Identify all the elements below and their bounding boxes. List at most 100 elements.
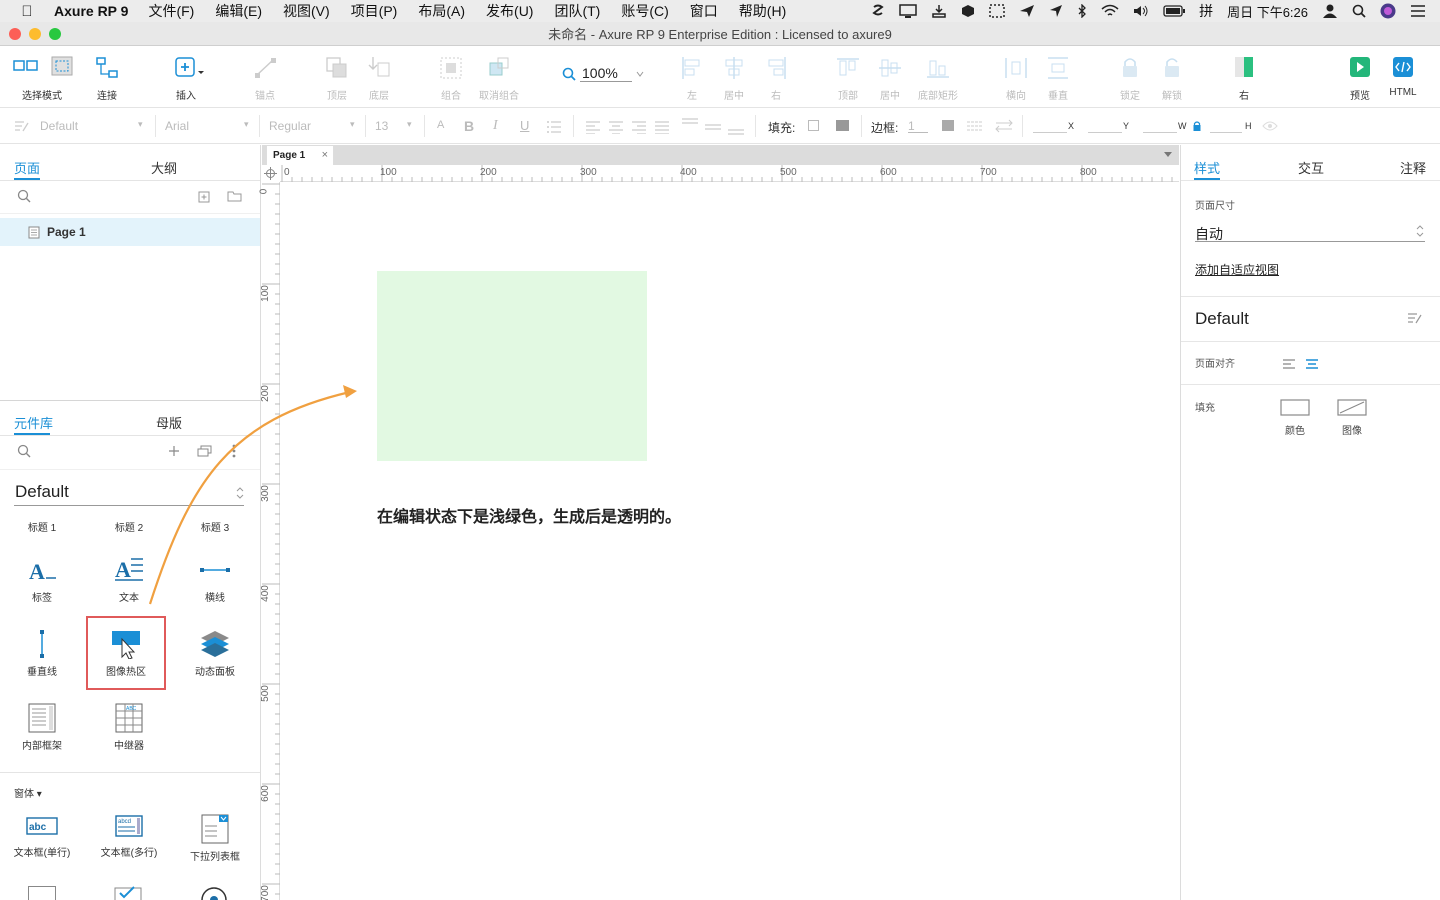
zoom-control[interactable]: 100% — [562, 65, 644, 82]
widget-droplist[interactable]: 下拉列表框 — [175, 814, 255, 863]
border-width-input[interactable]: 1 — [908, 119, 928, 133]
arrow-style-icon[interactable] — [995, 119, 1013, 133]
close-window-button[interactable] — [9, 28, 21, 40]
align-bottom-button[interactable]: 底部矩形 — [908, 55, 968, 102]
manage-styles-icon[interactable] — [1407, 311, 1423, 325]
user-icon[interactable] — [1322, 4, 1338, 18]
text-align-right-icon[interactable] — [631, 120, 647, 134]
tab-pages[interactable]: 页面 — [14, 158, 40, 177]
weight-chevron-down-icon[interactable]: ▾ — [350, 119, 355, 130]
widget-vertical-line[interactable]: 垂直线 — [2, 629, 82, 678]
add-adaptive-view-link[interactable]: 添加自适应视图 — [1195, 261, 1279, 278]
widget-heading-3[interactable]: 标题 3 — [175, 519, 255, 534]
font-chevron-down-icon[interactable]: ▾ — [244, 119, 249, 130]
distribute-vertical-button[interactable]: 垂直 — [1028, 55, 1088, 102]
page-style-name[interactable]: Default — [1195, 309, 1249, 329]
widget-inline-frame[interactable]: 内部框架 — [2, 703, 82, 752]
widget-text-area[interactable]: abcd 文本框(多行) — [89, 814, 169, 859]
style-edit-icon[interactable] — [14, 119, 30, 133]
underline-icon[interactable]: U — [520, 118, 529, 133]
fill-color-option[interactable]: 颜色 — [1279, 399, 1311, 437]
text-align-center-icon[interactable] — [608, 120, 624, 134]
font-weight-select[interactable]: Regular — [269, 119, 311, 133]
tab-notes[interactable]: 注释 — [1400, 158, 1426, 177]
font-family-select[interactable]: Arial — [165, 119, 189, 133]
zoom-value[interactable]: 100% — [580, 65, 632, 82]
send-to-back-button[interactable]: 底层 — [349, 55, 409, 102]
menubar-clock[interactable]: 周日 下午6:26 — [1227, 2, 1308, 21]
screenshot-icon[interactable] — [989, 4, 1005, 18]
fill-color-swatch[interactable] — [808, 120, 819, 131]
font-color-icon[interactable]: A — [437, 119, 444, 131]
radio-widget-icon[interactable] — [200, 884, 228, 900]
library-chevron-updown-icon[interactable] — [236, 486, 244, 500]
bluetooth-icon[interactable] — [1077, 4, 1087, 18]
valign-middle-icon[interactable] — [704, 117, 722, 135]
document-tab[interactable]: Page 1 × — [266, 145, 334, 165]
fill-image-swatch[interactable] — [836, 120, 849, 131]
battery-icon[interactable] — [1163, 4, 1186, 18]
menu-team[interactable]: 团队(T) — [554, 1, 600, 21]
canvas-note-text[interactable]: 在编辑状态下是浅绿色，生成后是透明的。 — [377, 503, 681, 527]
forms-group-header[interactable]: 窗体 ▾ — [14, 785, 42, 800]
library-select[interactable]: Default — [15, 482, 69, 502]
style-select[interactable]: Default — [40, 119, 78, 133]
size-chevron-down-icon[interactable]: ▾ — [407, 119, 412, 130]
widget-repeater[interactable]: ABC 中继器 — [89, 703, 169, 752]
vertical-ruler[interactable]: 0 100 200 300 400 500 600 700 — [258, 182, 280, 900]
font-size-select[interactable]: 13 — [375, 119, 388, 133]
connect-button[interactable]: 连接 — [77, 55, 137, 102]
x-input[interactable] — [1033, 119, 1067, 133]
widget-label[interactable]: A 标签 — [2, 555, 82, 604]
widget-dynamic-panel[interactable]: 动态面板 — [175, 629, 255, 678]
add-page-icon[interactable] — [198, 191, 210, 203]
menu-help[interactable]: 帮助(H) — [739, 1, 786, 21]
point-button[interactable]: 锚点 — [235, 55, 295, 102]
widget-list-box-partial-icon[interactable] — [28, 886, 56, 900]
page-list-item[interactable]: Page 1 — [0, 218, 260, 246]
notification-center-icon[interactable] — [1410, 5, 1426, 17]
widget-text-field[interactable]: abc 文本框(单行) — [2, 814, 82, 859]
menu-edit[interactable]: 编辑(E) — [215, 1, 262, 21]
tab-overflow-chevron-down-icon[interactable] — [1163, 151, 1173, 159]
wifi-icon[interactable] — [1101, 4, 1119, 18]
tab-libraries[interactable]: 元件库 — [14, 413, 53, 432]
page-size-chevron-updown-icon[interactable] — [1416, 224, 1424, 238]
tab-interactions[interactable]: 交互 — [1298, 158, 1324, 177]
location-icon[interactable] — [1049, 4, 1063, 18]
page-align-left-icon[interactable] — [1282, 358, 1296, 369]
tab-masters[interactable]: 母版 — [156, 413, 182, 432]
insert-button[interactable]: 插入 — [156, 55, 216, 102]
widget-text[interactable]: A 文本 — [89, 555, 169, 604]
image-hotspot-widget[interactable] — [377, 271, 647, 461]
minimize-window-button[interactable] — [29, 28, 41, 40]
y-input[interactable] — [1088, 119, 1122, 133]
widget-image-hotspot-highlighted[interactable]: 图像热区 — [86, 616, 166, 690]
menu-project[interactable]: 项目(P) — [351, 1, 398, 21]
widget-heading-1[interactable]: 标题 1 — [2, 519, 82, 534]
unlock-button[interactable]: 解锁 — [1142, 55, 1202, 102]
tab-outline[interactable]: 大纲 — [151, 158, 177, 177]
menu-publish[interactable]: 发布(U) — [486, 1, 533, 21]
text-align-left-icon[interactable] — [585, 120, 601, 134]
border-color-swatch[interactable] — [942, 120, 954, 131]
menu-file[interactable]: 文件(F) — [148, 1, 194, 21]
italic-icon[interactable]: I — [493, 118, 498, 134]
volume-icon[interactable] — [1133, 4, 1149, 18]
widget-heading-2[interactable]: 标题 2 — [89, 519, 169, 534]
publish-html-button[interactable]: HTML — [1373, 55, 1433, 98]
ruler-origin-icon[interactable] — [264, 167, 277, 180]
apple-icon[interactable]:  — [0, 3, 54, 20]
maximize-window-button[interactable] — [49, 28, 61, 40]
siri-icon[interactable] — [1380, 3, 1396, 19]
menu-view[interactable]: 视图(V) — [283, 1, 330, 21]
aspect-lock-icon[interactable] — [1192, 120, 1202, 132]
spotlight-search-icon[interactable] — [1352, 4, 1366, 18]
text-justify-icon[interactable] — [654, 120, 670, 134]
download-icon[interactable] — [931, 4, 947, 18]
menu-account[interactable]: 账号(C) — [621, 1, 668, 21]
select-mode-button[interactable]: 选择模式 — [13, 55, 76, 102]
bullet-list-icon[interactable] — [546, 120, 562, 134]
add-library-icon[interactable] — [168, 445, 180, 457]
widget-horizontal-line[interactable]: 横线 — [175, 555, 255, 604]
